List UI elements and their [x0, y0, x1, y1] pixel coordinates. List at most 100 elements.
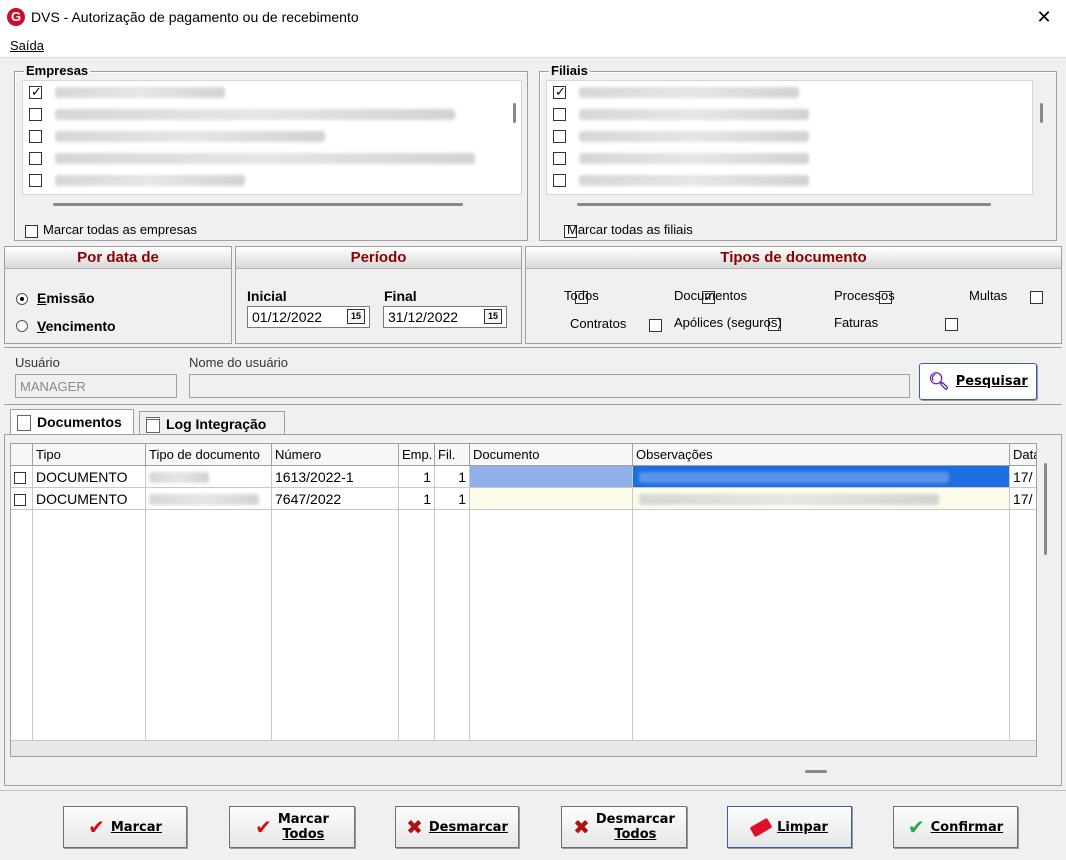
document-icon: [17, 415, 31, 431]
grid-header-numero[interactable]: Número: [272, 444, 399, 466]
mark-all-empresas-label: Marcar todas as empresas: [43, 222, 197, 237]
list-item[interactable]: [553, 171, 1023, 191]
table-row-check[interactable]: [11, 488, 33, 510]
contratos-checkbox[interactable]: [648, 319, 662, 333]
final-label: Final: [384, 288, 417, 304]
faturas-checkbox[interactable]: [945, 318, 958, 332]
marcar-button[interactable]: ✔ Marcar: [63, 806, 187, 848]
grid-vscroll[interactable]: [1044, 463, 1047, 555]
list-item[interactable]: [553, 149, 1023, 169]
processos-label: Processos: [834, 288, 895, 303]
list-item[interactable]: [29, 105, 499, 125]
todos-label: Todos: [564, 288, 599, 303]
list-item[interactable]: [29, 149, 499, 169]
table-row-documento[interactable]: [470, 466, 633, 488]
empresa-checkbox-4[interactable]: [29, 152, 42, 165]
desmarcar-button[interactable]: ✖ Desmarcar: [395, 806, 519, 848]
filial-checkbox-4[interactable]: [553, 152, 566, 165]
filial-checkbox-2[interactable]: [553, 108, 566, 121]
filiais-legend: Filiais: [549, 63, 590, 78]
table-row-tipo: DOCUMENTO: [33, 488, 146, 510]
marcar-label: Marcar: [110, 819, 162, 835]
calendar-icon[interactable]: 15: [484, 309, 502, 324]
nome-usuario-field[interactable]: [189, 374, 910, 398]
filial-checkbox-5[interactable]: [553, 174, 566, 187]
list-item[interactable]: [29, 83, 499, 103]
empresas-vscroll[interactable]: [513, 103, 516, 123]
grid-hscroll-thumb[interactable]: [805, 770, 827, 773]
filial-checkbox-1[interactable]: [553, 84, 566, 100]
grid-header-fil[interactable]: Fil.: [435, 444, 470, 466]
list-item[interactable]: [553, 105, 1023, 125]
mark-all-empresas-checkbox[interactable]: [25, 225, 38, 239]
list-item[interactable]: [29, 171, 499, 191]
table-row-emp: 1: [399, 488, 435, 510]
contratos-label: Contratos: [570, 316, 627, 331]
grid-header-observacoes[interactable]: Observações: [633, 444, 1010, 466]
table-row-check[interactable]: [11, 466, 33, 488]
limpar-button[interactable]: Limpar: [727, 806, 852, 848]
table-row-observacoes: [633, 488, 1010, 510]
desmarcar-todos-button[interactable]: ✖ Desmarcar Todos: [561, 806, 687, 848]
empresas-hscroll[interactable]: [53, 203, 463, 206]
multas-checkbox[interactable]: [1030, 291, 1044, 305]
eraser-icon: [749, 817, 773, 837]
table-row-data: 17/: [1010, 488, 1036, 510]
table-row-numero: 1613/2022-1: [272, 466, 399, 488]
emissao-radio[interactable]: [16, 293, 28, 305]
multas-label: Multas: [969, 288, 1008, 303]
list-item[interactable]: [553, 83, 1023, 103]
row-checkbox[interactable]: [14, 494, 26, 507]
emissao-label[interactable]: Emissão: [37, 290, 95, 306]
grid-header-tipo[interactable]: Tipo: [33, 444, 146, 466]
table-row-documento[interactable]: [470, 488, 633, 510]
filiais-vscroll[interactable]: [1040, 103, 1043, 123]
menu-bar: Saída: [0, 34, 1066, 58]
grid-header-tipo-documento[interactable]: Tipo de documento: [146, 444, 272, 466]
calendar-icon[interactable]: 15: [347, 309, 365, 324]
x-icon: ✖: [573, 815, 590, 839]
x-icon: ✖: [406, 815, 423, 839]
empresa-checkbox-2[interactable]: [29, 108, 42, 121]
empresas-legend: Empresas: [24, 63, 91, 78]
empresa-checkbox-3[interactable]: [29, 130, 42, 143]
confirmar-label: Confirmar: [930, 819, 1004, 835]
close-button[interactable]: ✕: [1022, 1, 1066, 33]
grid-header-documento[interactable]: Documento: [470, 444, 633, 466]
row-checkbox[interactable]: [14, 472, 26, 485]
marcar-todos-button[interactable]: ✔ Marcar Todos: [229, 806, 355, 848]
tab-log-integracao[interactable]: Log Integração: [139, 411, 285, 435]
tipos-title: Tipos de documento: [526, 247, 1061, 269]
inicial-label: Inicial: [247, 288, 287, 304]
table-row-tipo-documento: [146, 488, 272, 510]
usuario-label: Usuário: [15, 355, 60, 370]
tab-documentos[interactable]: Documentos: [10, 409, 134, 435]
vencimento-label[interactable]: Vencimento: [37, 318, 116, 334]
inicial-date-field[interactable]: 01/12/2022 15: [247, 306, 370, 328]
list-item[interactable]: [553, 127, 1023, 147]
final-date-field[interactable]: 31/12/2022 15: [383, 306, 507, 328]
usuario-field[interactable]: MANAGER: [15, 374, 177, 398]
checkmark-icon: ✔: [88, 815, 105, 839]
grid-header-emp[interactable]: Emp.: [399, 444, 435, 466]
menu-item-saida[interactable]: Saída: [10, 38, 44, 53]
mark-all-filiais-label: Marcar todas as filiais: [567, 222, 693, 237]
grid-header-data[interactable]: Data: [1010, 444, 1036, 466]
vencimento-radio[interactable]: [16, 320, 28, 332]
checkmark-icon: ✔: [255, 815, 272, 839]
periodo-title: Período: [236, 247, 521, 269]
empresa-checkbox-1[interactable]: [29, 84, 42, 100]
table-row-data: 17/: [1010, 466, 1036, 488]
empresas-list[interactable]: [22, 80, 522, 206]
pesquisar-button[interactable]: 🔍︎ Pesquisar: [919, 363, 1037, 400]
filiais-hscroll[interactable]: [577, 203, 991, 206]
empresa-checkbox-5[interactable]: [29, 174, 42, 187]
grid-footer-bar: [11, 740, 1036, 756]
desmarcar-label: Desmarcar: [428, 819, 508, 835]
filiais-list[interactable]: [546, 80, 1043, 206]
filial-checkbox-3[interactable]: [553, 130, 566, 143]
confirmar-button[interactable]: ✔ Confirmar: [893, 806, 1018, 848]
documents-grid[interactable]: Tipo Tipo de documento Número Emp. Fil. …: [10, 443, 1037, 757]
window-title: DVS - Autorização de pagamento ou de rec…: [31, 9, 359, 25]
list-item[interactable]: [29, 127, 499, 147]
